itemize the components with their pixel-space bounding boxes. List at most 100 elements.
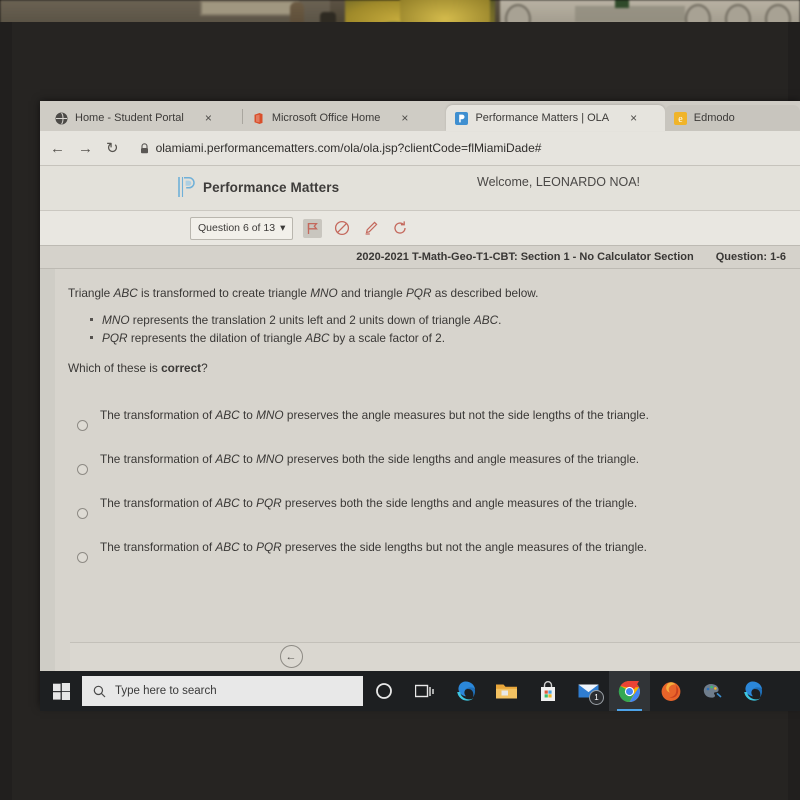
prompt-after: ? <box>201 360 208 375</box>
answer-choice-1[interactable]: The transformation of ABC to MNO preserv… <box>68 403 770 447</box>
question-prompt: Which of these is correct? <box>68 361 770 375</box>
choice-after: preserves the angle measures but not the… <box>283 407 649 422</box>
radio-button[interactable] <box>77 463 88 475</box>
radio-button[interactable] <box>77 551 88 563</box>
tab-edmodo[interactable]: e Edmodo <box>664 105 800 131</box>
stem-part-2: is transformed to create triangle <box>137 286 311 300</box>
bullet-text: represents the translation 2 units left … <box>129 313 474 328</box>
answer-choices: The transformation of ABC to MNO preserv… <box>68 403 770 579</box>
question-toolbar: Question 6 of 13 ▾ <box>40 210 800 245</box>
stem-part-1: Triangle <box>68 286 114 300</box>
answer-choice-text: The transformation of ABC to MNO preserv… <box>100 407 649 424</box>
bullet-tail: by a scale factor of 2. <box>329 331 445 346</box>
tab-close-icon[interactable]: × <box>401 112 408 124</box>
tab-microsoft-office-home[interactable]: Microsoft Office Home × <box>242 105 447 131</box>
back-icon[interactable]: ← <box>50 141 65 156</box>
question-body: Triangle ABC is transformed to create tr… <box>55 269 800 685</box>
address-bar: ← → ↻ olamiami.performancematters.com/ol… <box>40 131 800 166</box>
bullet-tail-em: ABC <box>305 331 330 346</box>
cortana-icon[interactable] <box>363 671 404 711</box>
test-info-bar: 2020-2021 T-Math-Geo-T1-CBT: Section 1 -… <box>40 245 800 269</box>
microsoft-store-icon[interactable] <box>527 671 568 711</box>
question-bullet-list: MNO represents the translation 2 units l… <box>90 311 770 348</box>
answer-choice-2[interactable]: The transformation of ABC to MNO preserv… <box>68 447 770 491</box>
answer-choice-4[interactable]: The transformation of ABC to PQR preserv… <box>68 535 770 579</box>
question-selector-dropdown[interactable]: Question 6 of 13 ▾ <box>190 216 294 240</box>
test-section-title: 2020-2021 T-Math-Geo-T1-CBT: Section 1 -… <box>356 251 694 263</box>
stem-mno: MNO <box>310 286 338 300</box>
browser-window: Home - Student Portal × Microsoft Office… <box>40 101 800 707</box>
paint-icon[interactable] <box>691 671 732 711</box>
search-icon <box>93 685 106 698</box>
choice-from: ABC <box>215 451 240 466</box>
reset-icon[interactable] <box>390 219 409 238</box>
tab-close-icon[interactable]: × <box>630 112 637 124</box>
choice-to: MNO <box>256 407 284 422</box>
bullet-lead: PQR <box>102 331 128 346</box>
picture-frame <box>200 0 299 16</box>
flag-icon[interactable] <box>303 218 323 238</box>
bullet-text: represents the dilation of triangle <box>127 331 306 346</box>
app-header: Performance Matters Welcome, LEONARDO NO… <box>40 166 800 210</box>
forward-icon[interactable]: → <box>78 141 93 156</box>
choice-mid: to <box>239 539 257 554</box>
choice-after: preserves both the side lengths and angl… <box>283 451 640 466</box>
choice-from: ABC <box>215 495 240 510</box>
stem-part-4: as described below. <box>431 286 539 300</box>
choice-after: preserves the side lengths but not the a… <box>281 539 647 554</box>
edge-icon-2[interactable] <box>732 671 773 711</box>
reload-icon[interactable]: ↻ <box>106 141 119 156</box>
search-placeholder-text: Type here to search <box>115 685 217 697</box>
task-view-icon[interactable] <box>404 671 445 711</box>
stem-part-3: and triangle <box>337 286 406 300</box>
answer-choice-3[interactable]: The transformation of ABC to PQR preserv… <box>68 491 770 535</box>
answer-choice-text: The transformation of ABC to PQR preserv… <box>100 539 647 556</box>
answer-choice-text: The transformation of ABC to PQR preserv… <box>100 495 637 512</box>
chrome-icon[interactable] <box>609 671 650 711</box>
tab-title: Home - Student Portal <box>75 112 184 124</box>
choice-before: The transformation of <box>100 407 216 422</box>
globe-icon <box>55 112 68 125</box>
url-input[interactable]: olamiami.performancematters.com/ola/ola.… <box>132 137 790 159</box>
choice-before: The transformation of <box>100 539 216 554</box>
highlighter-icon[interactable] <box>361 219 380 238</box>
edge-icon[interactable] <box>445 671 486 711</box>
mail-badge: 1 <box>589 690 604 705</box>
prompt-before: Which of these is <box>68 360 162 375</box>
radio-button[interactable] <box>77 419 88 431</box>
choice-mid: to <box>239 451 257 466</box>
file-explorer-icon[interactable] <box>486 671 527 711</box>
choice-mid: to <box>239 407 257 422</box>
mail-icon[interactable]: 1 <box>568 671 609 711</box>
bullet-tail: . <box>498 313 502 328</box>
tab-title: Performance Matters | OLA <box>475 112 610 124</box>
appliance-led <box>615 0 629 8</box>
url-text: olamiami.performancematters.com/ola/ola.… <box>155 141 542 155</box>
prompt-bold: correct <box>161 360 202 375</box>
firefox-icon[interactable] <box>650 671 691 711</box>
taskbar-icons: 1 <box>363 671 773 711</box>
search-input[interactable]: Type here to search <box>82 676 363 706</box>
choice-to: MNO <box>256 451 284 466</box>
tab-close-icon[interactable]: × <box>205 112 212 124</box>
choice-before: The transformation of <box>100 451 216 466</box>
tab-performance-matters-ola[interactable]: Performance Matters | OLA × <box>446 105 665 131</box>
tab-strip: Home - Student Portal × Microsoft Office… <box>40 101 800 131</box>
bullet-lead: MNO <box>102 313 130 328</box>
bullet-item: MNO represents the translation 2 units l… <box>90 311 770 329</box>
svg-text:e: e <box>678 114 683 125</box>
performance-matters-logo-icon <box>177 176 196 198</box>
choice-mid: to <box>239 495 257 510</box>
choice-after: preserves both the side lengths and angl… <box>281 495 638 510</box>
tab-home-student-portal[interactable]: Home - Student Portal × <box>46 105 242 131</box>
choice-to: PQR <box>256 539 282 554</box>
brand: Performance Matters <box>177 176 339 198</box>
choice-to: PQR <box>256 495 282 510</box>
performance-matters-icon <box>455 111 469 125</box>
windows-logo-icon[interactable] <box>40 671 82 711</box>
eliminate-icon[interactable] <box>332 219 351 238</box>
question-number-label: Question: 1-6 <box>715 251 786 263</box>
radio-button[interactable] <box>77 507 88 519</box>
bullet-tail-em: ABC <box>473 313 499 328</box>
windows-taskbar: Type here to search 1 <box>40 671 800 711</box>
